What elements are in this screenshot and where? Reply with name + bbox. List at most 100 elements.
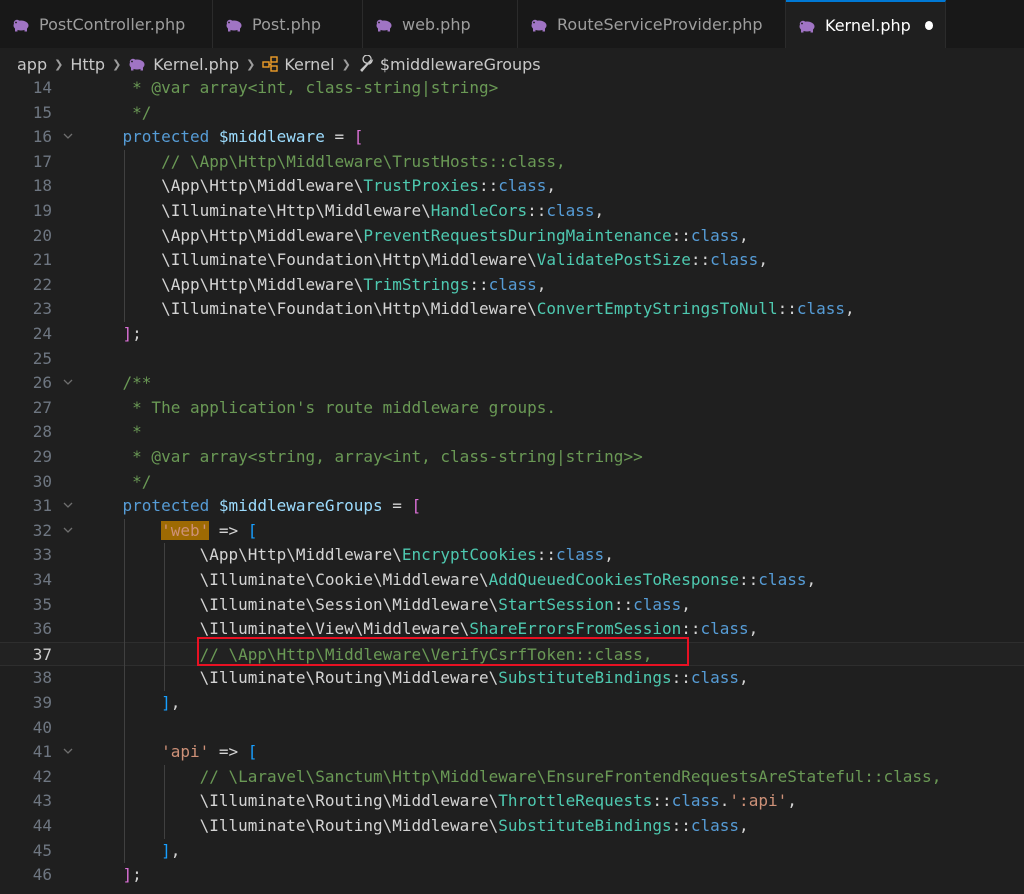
code-token: :: xyxy=(671,816,691,835)
code-line[interactable]: 46 ]; xyxy=(0,863,1024,888)
code-line[interactable]: 32 'web' => [ xyxy=(0,519,1024,544)
code-token: TrustProxies xyxy=(363,176,479,196)
code-token: , xyxy=(748,619,759,639)
code-text: * @var array<string, array<int, class-st… xyxy=(84,445,643,470)
code-line[interactable]: 27 * The application's route middleware … xyxy=(0,396,1024,421)
wrench-icon xyxy=(358,55,376,73)
code-line[interactable]: 23 \Illuminate\Foundation\Http\Middlewar… xyxy=(0,297,1024,322)
code-token: \Illuminate\Session\Middleware\ xyxy=(84,594,499,614)
code-line[interactable]: 41 'api' => [ xyxy=(0,740,1024,765)
chevron-right-icon: ❯ xyxy=(246,57,256,71)
code-line[interactable]: 40 xyxy=(0,716,1024,741)
breadcrumb-item[interactable]: $middlewareGroups xyxy=(358,55,541,74)
tab-post-php[interactable]: Post.php xyxy=(213,0,363,48)
tab-web-php[interactable]: web.php xyxy=(363,0,518,48)
chevron-right-icon: ❯ xyxy=(341,57,351,71)
code-line[interactable]: 29 * @var array<string, array<int, class… xyxy=(0,445,1024,470)
code-line[interactable]: 39 ], xyxy=(0,691,1024,716)
code-token: // \App\Http\Middleware\TrustHosts::clas… xyxy=(161,151,566,171)
code-token: , xyxy=(170,693,181,712)
fold-chevron-icon[interactable] xyxy=(62,494,76,519)
code-text: * The application's route middleware gro… xyxy=(84,396,556,421)
code-line[interactable]: 34 \Illuminate\Cookie\Middleware\AddQueu… xyxy=(0,568,1024,593)
code-text: \Illuminate\Session\Middleware\StartSess… xyxy=(84,593,691,618)
code-line[interactable]: 25 xyxy=(0,347,1024,372)
code-line[interactable]: 38 \Illuminate\Routing\Middleware\Substi… xyxy=(0,666,1024,691)
code-token: :: xyxy=(777,299,797,319)
code-token: \Illuminate\Routing\Middleware\ xyxy=(84,816,499,835)
code-line[interactable]: 31 protected $middlewareGroups = [ xyxy=(0,494,1024,519)
code-token: EncryptCookies xyxy=(401,545,537,565)
code-text: \Illuminate\Http\Middleware\HandleCors::… xyxy=(84,199,604,224)
code-line[interactable]: 28 * xyxy=(0,420,1024,445)
code-text: \Illuminate\Routing\Middleware\Substitut… xyxy=(84,666,749,691)
breadcrumb-item[interactable]: Http xyxy=(70,55,105,74)
code-token: :: xyxy=(536,545,557,565)
line-number: 16 xyxy=(32,127,52,147)
fold-chevron-icon[interactable] xyxy=(62,519,76,544)
code-token: ShareErrorsFromSession xyxy=(469,619,682,639)
tab-label: RouteServiceProvider.php xyxy=(557,14,763,34)
code-token: :: xyxy=(671,668,691,688)
code-text: \App\Http\Middleware\PreventRequestsDuri… xyxy=(84,224,749,249)
fold-chevron-icon[interactable] xyxy=(62,125,76,150)
code-line[interactable]: 15 */ xyxy=(0,101,1024,126)
line-number: 42 xyxy=(32,766,52,786)
code-token: // \Laravel\Sanctum\Http\Middleware\Ensu… xyxy=(199,766,942,786)
code-token: class xyxy=(556,545,605,565)
code-token: :: xyxy=(478,176,499,196)
code-line[interactable]: 16 protected $middleware = [ xyxy=(0,125,1024,150)
tab-routeserviceprovider-php[interactable]: RouteServiceProvider.php xyxy=(518,0,786,48)
code-line[interactable]: 21 \Illuminate\Foundation\Http\Middlewar… xyxy=(0,248,1024,273)
code-line[interactable]: 20 \App\Http\Middleware\PreventRequestsD… xyxy=(0,224,1024,249)
code-line[interactable]: 43 \Illuminate\Routing\Middleware\Thrott… xyxy=(0,789,1024,814)
code-token: protected xyxy=(122,496,219,516)
code-line[interactable]: 26 /** xyxy=(0,371,1024,396)
tab-postcontroller-php[interactable]: PostController.php xyxy=(0,0,213,48)
code-token: \Illuminate\Routing\Middleware\ xyxy=(84,668,499,688)
line-number: 35 xyxy=(32,594,52,614)
breadcrumb-item[interactable]: app xyxy=(17,55,47,74)
code-text: ]; xyxy=(84,863,142,888)
code-token: $middlewareGroups xyxy=(218,496,383,516)
code-line[interactable]: 14 * @var array<int, class-string|string… xyxy=(0,76,1024,101)
breadcrumb-label: Kernel xyxy=(284,54,335,74)
code-line[interactable]: 42 // \Laravel\Sanctum\Http\Middleware\E… xyxy=(0,765,1024,790)
code-token: :: xyxy=(690,250,711,270)
code-line[interactable]: 19 \Illuminate\Http\Middleware\HandleCor… xyxy=(0,199,1024,224)
code-line[interactable]: 22 \App\Http\Middleware\TrimStrings::cla… xyxy=(0,273,1024,298)
code-token: , xyxy=(739,668,749,688)
code-line[interactable]: 45 ], xyxy=(0,839,1024,864)
annotation-highlight-box xyxy=(197,637,689,666)
code-token: PreventRequestsDuringMaintenance xyxy=(363,225,672,245)
php-elephant-icon xyxy=(375,17,393,32)
breadcrumb-item[interactable]: Kernel xyxy=(262,54,335,74)
indent-guide xyxy=(124,518,125,864)
tab-kernel-php[interactable]: Kernel.php xyxy=(786,0,946,48)
code-line[interactable]: 18 \App\Http\Middleware\TrustProxies::cl… xyxy=(0,174,1024,199)
fold-chevron-icon[interactable] xyxy=(62,371,76,396)
code-token: TrimStrings xyxy=(363,274,470,294)
breadcrumb-label: Kernel.php xyxy=(153,54,240,74)
code-line[interactable]: 30 */ xyxy=(0,470,1024,495)
code-editor[interactable]: 46 ]; 45 ], 44 \Illuminate\Routing\Middlew… xyxy=(0,78,1024,894)
code-token: ] xyxy=(161,840,171,860)
code-line[interactable]: 33 \App\Http\Middleware\EncryptCookies::… xyxy=(0,543,1024,568)
code-token: [ xyxy=(247,742,258,762)
code-text: protected $middlewareGroups = [ xyxy=(84,494,422,519)
breadcrumb-label: $middlewareGroups xyxy=(379,54,541,74)
code-line[interactable]: 17 // \App\Http\Middleware\TrustHosts::c… xyxy=(0,150,1024,175)
breadcrumb-item[interactable]: Kernel.php xyxy=(128,55,239,74)
unsaved-dot-icon[interactable] xyxy=(924,20,933,30)
class-symbol-icon xyxy=(262,56,279,72)
code-token: :: xyxy=(671,225,691,245)
code-line[interactable]: 44 \Illuminate\Routing\Middleware\Substi… xyxy=(0,814,1024,839)
code-line[interactable]: 35 \Illuminate\Session\Middleware\StartS… xyxy=(0,593,1024,618)
fold-chevron-icon[interactable] xyxy=(62,740,76,765)
code-token: class xyxy=(796,299,846,319)
code-text: ], xyxy=(84,691,180,716)
code-line[interactable]: 24 ]; xyxy=(0,322,1024,347)
code-token: :: xyxy=(469,274,489,294)
line-number: 29 xyxy=(32,447,52,466)
